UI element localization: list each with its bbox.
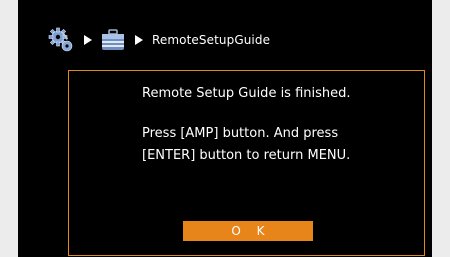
- play-triangle-icon: [84, 35, 92, 45]
- tv-screen: RemoteSetupGuide Remote Setup Guide is f…: [18, 0, 432, 257]
- ok-button[interactable]: O K: [183, 221, 313, 241]
- settings-gears-icon: [48, 27, 74, 53]
- setup-finished-dialog: Remote Setup Guide is finished. Press [A…: [68, 70, 425, 256]
- dialog-message-line-1: Press [AMP] button. And press: [142, 126, 339, 141]
- play-triangle-icon: [135, 35, 143, 45]
- dialog-message-line-2: [ENTER] button to return MENU.: [142, 148, 351, 163]
- toolbox-icon: [101, 29, 125, 51]
- breadcrumb: RemoteSetupGuide: [48, 25, 270, 55]
- dialog-title: Remote Setup Guide is finished.: [142, 86, 351, 101]
- breadcrumb-current: RemoteSetupGuide: [152, 33, 271, 47]
